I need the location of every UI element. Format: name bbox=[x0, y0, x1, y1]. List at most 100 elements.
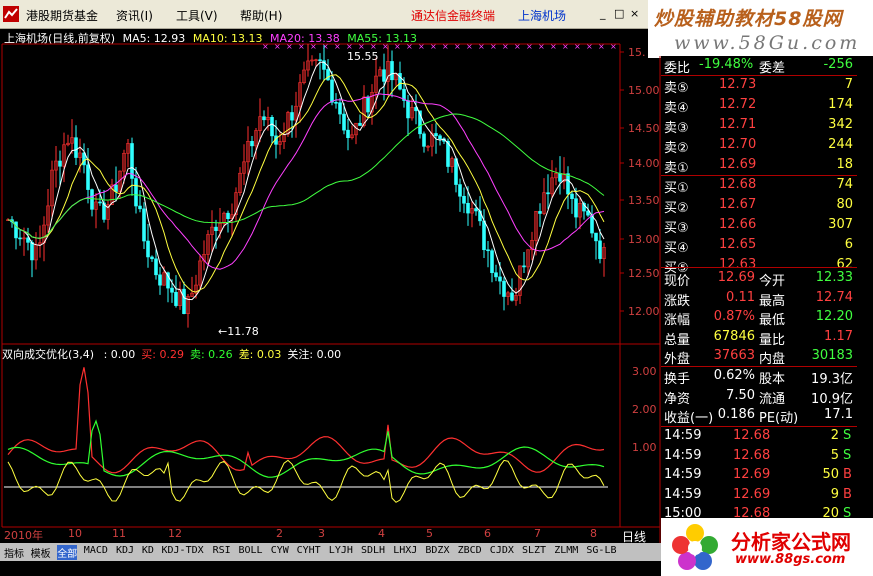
indicator-field: 买: 0.29 bbox=[141, 348, 184, 361]
tick-time: 14:59 bbox=[664, 447, 702, 463]
tick-time: 14:59 bbox=[664, 486, 702, 502]
sell-row: 卖⑤ 12.73 7 bbox=[661, 77, 857, 96]
stats-row: 现价 12.69 今开 12.33 bbox=[661, 270, 857, 289]
tab--[interactable]: 模板 bbox=[31, 545, 51, 560]
quote-panel: 委比 -19.48% 委差 -256 卖⑤ 12.73 7 卖④ 12.72 174 卖③ 12.71… bbox=[661, 56, 873, 536]
stats-row: 涨幅 0.87% 最低 12.20 bbox=[661, 309, 857, 328]
candle-body bbox=[134, 178, 138, 207]
sell-level-label: 卖⑤ bbox=[664, 81, 689, 96]
tab-rsi[interactable]: RSI bbox=[213, 545, 231, 556]
indicator-tick: 1.00 bbox=[632, 441, 657, 454]
stat-value: 19.3亿 bbox=[811, 372, 853, 387]
stat-label: 最低 bbox=[759, 313, 786, 328]
candle-body bbox=[318, 59, 322, 62]
tab-slzt[interactable]: SLZT bbox=[522, 545, 546, 556]
buy-level-label: 买③ bbox=[664, 221, 689, 236]
tick-direction: S bbox=[843, 428, 852, 443]
tab--[interactable]: 全部 bbox=[57, 545, 78, 560]
stats-row: 外盘 37663 内盘 30183 bbox=[661, 348, 857, 367]
tick-time: 14:59 bbox=[664, 467, 702, 482]
indicator-tab-bar: 指标 模板 全部 MACD KDJ KD KDJ-TDX RSI BOLL CYW CYHT LYJH… bbox=[0, 543, 661, 561]
stat-value: 7.50 bbox=[726, 387, 755, 403]
webi-label: 委比 bbox=[664, 61, 691, 76]
buy-volume: 74 bbox=[836, 177, 853, 192]
candle-body bbox=[454, 158, 458, 185]
tab-kd[interactable]: KD bbox=[142, 545, 154, 556]
buy-level-label: 买② bbox=[664, 201, 689, 216]
signal-marker: × bbox=[562, 42, 569, 51]
tab-kdj-tdx[interactable]: KDJ-TDX bbox=[162, 545, 204, 556]
candle-body bbox=[342, 113, 346, 131]
stats-row: 涨跌 0.11 最高 12.74 bbox=[661, 289, 857, 309]
chart-title: 上海机场(日线,前复权) bbox=[4, 32, 116, 45]
tab-sdlh[interactable]: SDLH bbox=[361, 545, 385, 556]
date-label: 2 bbox=[276, 527, 283, 540]
tab-boll[interactable]: BOLL bbox=[239, 545, 263, 556]
stat-value: 37663 bbox=[713, 348, 755, 363]
signal-marker: × bbox=[478, 42, 485, 51]
buy-volume: 80 bbox=[836, 197, 853, 212]
sell-volume: 7 bbox=[844, 77, 853, 92]
tab--[interactable]: 指标 bbox=[4, 545, 24, 560]
ma10-label: MA10: 13.13 bbox=[192, 32, 263, 45]
date-label: 5 bbox=[426, 527, 433, 540]
candle-body bbox=[486, 249, 490, 252]
candle-body bbox=[334, 101, 338, 104]
weicha-label: 委差 bbox=[759, 61, 786, 76]
signal-marker: × bbox=[550, 42, 557, 51]
buy-price: 12.65 bbox=[719, 237, 757, 252]
stat-label: 换手 bbox=[664, 372, 691, 387]
tab-lyjh[interactable]: LYJH bbox=[329, 545, 353, 556]
tab-cjdx[interactable]: CJDX bbox=[490, 545, 514, 556]
sell-level-label: 卖② bbox=[664, 141, 689, 156]
date-label: 7 bbox=[534, 527, 541, 540]
sell-row: 卖② 12.70 244 bbox=[661, 137, 857, 156]
brand-title: 分析家公式网 bbox=[731, 530, 851, 554]
candle-body bbox=[138, 205, 142, 210]
quote-separator bbox=[661, 267, 857, 268]
date-label: 11 bbox=[112, 527, 126, 540]
candle-body bbox=[390, 61, 394, 81]
brand-banner: 分析家公式网 www.88gs.com bbox=[661, 518, 873, 576]
diff-line bbox=[7, 459, 605, 503]
candle-body bbox=[406, 100, 410, 119]
quote-separator bbox=[661, 426, 857, 427]
tab-lhxj[interactable]: LHXJ bbox=[393, 545, 417, 556]
price-tick: 15.00 bbox=[628, 84, 660, 97]
tab-zlmm[interactable]: ZLMM bbox=[554, 545, 578, 556]
tab-macd[interactable]: MACD bbox=[84, 545, 108, 556]
tab-cyw[interactable]: CYW bbox=[271, 545, 289, 556]
price-tick: 15. bbox=[628, 46, 646, 59]
stat-value: 12.74 bbox=[815, 289, 853, 305]
indicator-values: : 0.00 买: 0.29 卖: 0.26 差: 0.03 关注: 0.00 bbox=[98, 348, 342, 361]
stat-value: 12.33 bbox=[815, 270, 853, 285]
signal-marker: × bbox=[490, 42, 497, 51]
signal-marker: × bbox=[442, 42, 449, 51]
price-axis: 15. 15.00 14.50 14.00 13.50 13.00 12.50 12.00 bbox=[620, 46, 660, 318]
candle-body bbox=[150, 256, 154, 260]
moving-average-lines bbox=[7, 61, 605, 301]
candle-body bbox=[98, 201, 102, 204]
signal-marker: × bbox=[538, 42, 545, 51]
stats-row: 换手 0.62% 股本 19.3亿 bbox=[661, 368, 857, 387]
candle-body bbox=[494, 272, 498, 278]
indicator-tick: 3.00 bbox=[632, 365, 657, 378]
tick-direction: B bbox=[843, 486, 852, 502]
buy-row: 买② 12.67 80 bbox=[661, 197, 857, 216]
candle-body bbox=[498, 276, 502, 282]
candle-body bbox=[226, 212, 230, 220]
tab-cyht[interactable]: CYHT bbox=[297, 545, 321, 556]
candle-body bbox=[490, 250, 494, 274]
quote-separator bbox=[661, 175, 857, 176]
tick-volume: 50 bbox=[822, 467, 839, 482]
indicator-axis: 3.00 2.00 1.00 bbox=[632, 365, 657, 454]
sell-volume: 18 bbox=[836, 157, 853, 172]
candle-body bbox=[358, 122, 362, 126]
tab-sg-lb[interactable]: SG-LB bbox=[586, 545, 616, 556]
tab-bdzx[interactable]: BDZX bbox=[425, 545, 449, 556]
candle-body bbox=[366, 96, 370, 113]
sell-price: 12.70 bbox=[719, 137, 757, 152]
tab-zbcd[interactable]: ZBCD bbox=[458, 545, 482, 556]
tab-kdj[interactable]: KDJ bbox=[116, 545, 134, 556]
sell-level-label: 卖① bbox=[664, 161, 689, 176]
